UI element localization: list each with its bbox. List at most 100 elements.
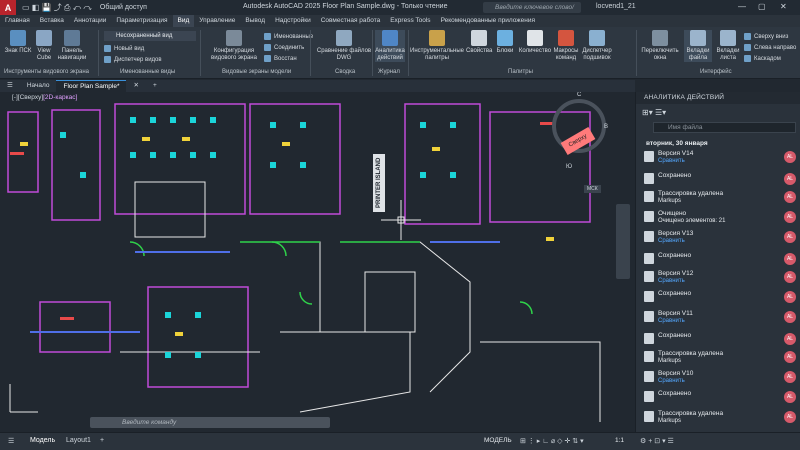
viewcube-button[interactable]: View Cube [34, 30, 54, 62]
minimize-icon[interactable]: — [738, 2, 746, 11]
status-toggles[interactable]: ⊞ ⋮ ▸ ∟ ⌀ ◇ ✛ ⇅ ▾ [520, 437, 584, 445]
file-name-search[interactable]: Имя файла [653, 122, 796, 133]
macros-button[interactable]: Макросы команд [553, 30, 579, 62]
ucs-icon-button[interactable]: Знак ПСК [4, 30, 32, 55]
activity-entry[interactable]: Версия V12 Сравнить AL [644, 270, 796, 286]
activity-entry[interactable]: Сохранено AL [644, 172, 796, 188]
panel-label[interactable]: Палитры [508, 69, 533, 75]
avatar: AL [784, 151, 796, 163]
tile-horizontal-button[interactable]: Сверху вниз [744, 33, 788, 40]
maximize-icon[interactable]: ▢ [758, 2, 766, 11]
activity-entry[interactable]: Очищено Очищено элементов: 21 AL [644, 210, 796, 226]
file-tabs-button[interactable]: Вкладки файла [684, 30, 712, 62]
viewport-controls[interactable]: [-][Сверху][2D-каркас] [12, 94, 77, 101]
compare-link[interactable]: Сравнить [658, 238, 685, 244]
avatar: AL [784, 231, 796, 243]
named-viewports-button[interactable]: Именованные [264, 33, 313, 40]
blocks-button[interactable]: Блоки [494, 30, 516, 55]
status-tools[interactable]: ⚙ + ⊡ ▾ ☰ [640, 437, 674, 445]
count-button[interactable]: Количество [518, 30, 552, 55]
tab-floor-plan[interactable]: Floor Plan Sample* [56, 80, 127, 92]
ribbon-tab[interactable]: Совместная работа [316, 15, 385, 27]
compass-south[interactable]: Ю [566, 164, 572, 170]
compare-link[interactable]: Сравнить [658, 158, 685, 164]
view-manager-button[interactable]: Диспетчер видов [104, 56, 162, 63]
layout-tabs-button[interactable]: Вкладки листа [714, 30, 742, 62]
tab-layout1[interactable]: Layout1 [66, 437, 91, 444]
file-tabs-menu-icon[interactable]: ☰ [0, 80, 20, 92]
compare-link[interactable]: Сравнить [658, 278, 685, 284]
join-viewports-button[interactable]: Соединить [264, 44, 304, 51]
switch-windows-button[interactable]: Переключить окна [640, 30, 680, 62]
entry-title: Сохранено [658, 252, 692, 259]
ribbon-tab[interactable]: Надстройки [270, 15, 316, 27]
activity-entry[interactable]: Сохранено AL [644, 290, 796, 306]
ribbon-tab[interactable]: Параметризация [111, 15, 172, 27]
activity-entry[interactable]: Версия V14 Сравнить AL [644, 150, 796, 166]
activity-entry[interactable]: Версия V10 Сравнить AL [644, 370, 796, 386]
share-button[interactable]: Общий доступ [100, 4, 147, 11]
annotation-scale[interactable]: 1:1 [615, 437, 624, 444]
date-header[interactable]: вторник, 30 января [646, 140, 708, 147]
tile-vertical-button[interactable]: Слева направо [744, 44, 796, 51]
activity-entry[interactable]: Сохранено AL [644, 332, 796, 348]
activity-entry[interactable]: Трассировка удалена Markups AL [644, 190, 796, 206]
ribbon-tab[interactable]: Главная [0, 15, 35, 27]
quick-access-toolbar[interactable]: ▭ ◧ 💾 ⤴ ⎙ ↶ ↷ [22, 2, 92, 13]
activity-entry[interactable]: Трассировка удалена Markups AL [644, 410, 796, 426]
command-line[interactable]: Введите команду [90, 417, 330, 428]
new-tab-icon[interactable]: + [146, 80, 164, 92]
view-combo[interactable]: Несохраненный вид [104, 31, 196, 41]
sheet-manager-button[interactable]: Диспетчер подшивок [580, 30, 614, 62]
close-tab-icon[interactable]: ✕ [126, 80, 145, 92]
panel-label[interactable]: Видовые экраны модели [222, 69, 291, 75]
entry-title: Сохранено [658, 172, 692, 179]
restore-viewports-button[interactable]: Восстан [264, 55, 297, 62]
activity-entry[interactable]: Сохранено AL [644, 252, 796, 268]
ribbon-tab[interactable]: Рекомендованные приложения [436, 15, 540, 27]
panel-label[interactable]: Именованные виды [120, 69, 175, 75]
properties-button[interactable]: Свойства [466, 30, 492, 55]
activity-entry[interactable]: Сохранено AL [644, 390, 796, 406]
layouts-menu-icon[interactable]: ☰ [8, 437, 14, 445]
navigation-bar[interactable] [616, 204, 630, 279]
activity-entry[interactable]: Трассировка удалена Markups AL [644, 350, 796, 366]
compare-link[interactable]: Сравнить [658, 378, 685, 384]
compass-north[interactable]: С [577, 92, 581, 98]
activity-entry[interactable]: Версия V13 Сравнить AL [644, 230, 796, 246]
add-layout-icon[interactable]: + [100, 437, 104, 444]
search-input[interactable]: Введите ключевое слово/фразу [483, 2, 581, 22]
ribbon-tab[interactable]: Вывод [240, 15, 270, 27]
tab-model[interactable]: Модель [30, 437, 55, 444]
user-menu[interactable]: locvend1_21 [596, 3, 636, 10]
app-menu-button[interactable]: A [0, 0, 16, 15]
tab-start[interactable]: Начало [20, 80, 57, 92]
ribbon-tab[interactable]: Вид [172, 15, 195, 27]
compare-link[interactable]: Сравнить [658, 318, 685, 324]
filter-toolbar[interactable]: ⊞▾ ☰▾ [642, 108, 666, 117]
dwg-compare-button[interactable]: Сравнение файлов DWG [314, 30, 374, 62]
avatar: AL [784, 411, 796, 423]
entry-detail: Очищено элементов: 21 [658, 218, 726, 224]
ribbon-tab[interactable]: Вставка [35, 15, 69, 27]
ribbon-tab[interactable]: Управление [194, 15, 240, 27]
cascade-button[interactable]: Каскадом [744, 55, 781, 62]
tool-palettes-button[interactable]: Инструментальные палитры [410, 30, 464, 62]
navigation-panel-button[interactable]: Панель навигации [56, 30, 88, 62]
new-view-button[interactable]: Новый вид [104, 45, 144, 52]
entry-title: Очищено [658, 210, 687, 217]
file-icon [644, 291, 654, 302]
panel-label[interactable]: Инструменты видового экрана [4, 69, 89, 75]
drawing-canvas[interactable]: [-][Сверху][2D-каркас] PRINTER ISLAND С … [0, 92, 635, 432]
wcs-menu[interactable]: МСК [584, 185, 601, 193]
ribbon-tab[interactable]: Аннотации [69, 15, 112, 27]
close-icon[interactable]: ✕ [780, 2, 787, 11]
ribbon-tab[interactable]: Express Tools [385, 15, 435, 27]
activity-insights-button[interactable]: Аналитика действий [375, 30, 405, 62]
viewport-config-button[interactable]: Конфигурация видового экрана [204, 30, 264, 62]
entry-title: Трассировка удалена [658, 190, 724, 197]
model-space-button[interactable]: МОДЕЛЬ [484, 437, 512, 444]
compass-east[interactable]: В [604, 124, 608, 130]
entry-title: Версия V11 [658, 310, 693, 317]
activity-entry[interactable]: Версия V11 Сравнить AL [644, 310, 796, 326]
